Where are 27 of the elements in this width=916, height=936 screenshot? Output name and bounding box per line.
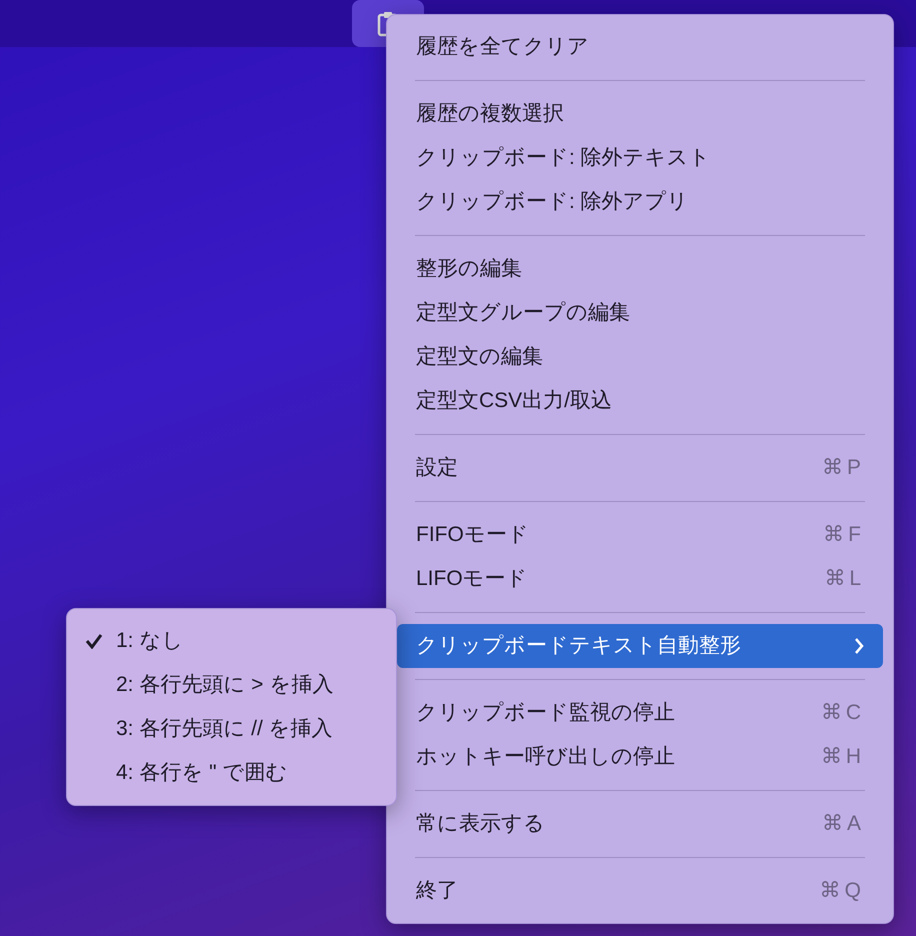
menu-label: クリップボード: 除外アプリ bbox=[416, 189, 690, 216]
menu-label: クリップボード: 除外テキスト bbox=[416, 145, 712, 172]
shortcut-label: ⌘P bbox=[822, 455, 865, 482]
menu-label: FIFOモード bbox=[416, 522, 530, 548]
menu-label: 設定 bbox=[416, 455, 459, 482]
menu-label: 定型文グループの編集 bbox=[416, 300, 631, 326]
option-label: 1: なし bbox=[116, 628, 184, 654]
menu-label: クリップボードテキスト自動整形 bbox=[416, 633, 742, 660]
menu-label: 履歴を全てクリア bbox=[416, 34, 590, 60]
menu-label: 整形の編集 bbox=[416, 256, 523, 282]
option-label: 2: 各行先頭に > を挿入 bbox=[116, 672, 334, 698]
shortcut-label: ⌘L bbox=[824, 566, 865, 592]
option-label: 3: 各行先頭に // を挿入 bbox=[116, 716, 333, 742]
menu-label: 履歴の複数選択 bbox=[416, 101, 565, 128]
menu-label: ホットキー呼び出しの停止 bbox=[416, 744, 676, 770]
menu-label: クリップボード監視の停止 bbox=[416, 700, 676, 726]
menu-label: 定型文CSV出力/取込 bbox=[416, 388, 614, 414]
option-label: 4: 各行を " で囲む bbox=[116, 760, 288, 786]
menu-label: LIFOモード bbox=[416, 566, 529, 592]
menu-label: 定型文の編集 bbox=[416, 344, 544, 370]
menu-label: 終了 bbox=[416, 878, 459, 904]
shortcut-label: ⌘A bbox=[822, 811, 865, 838]
menu-label: 常に表示する bbox=[416, 811, 546, 838]
shortcut-label: ⌘Q bbox=[820, 878, 865, 904]
shortcut-label: ⌘H bbox=[820, 744, 865, 770]
shortcut-label: ⌘C bbox=[820, 700, 865, 726]
shortcut-label: ⌘F bbox=[823, 522, 865, 548]
